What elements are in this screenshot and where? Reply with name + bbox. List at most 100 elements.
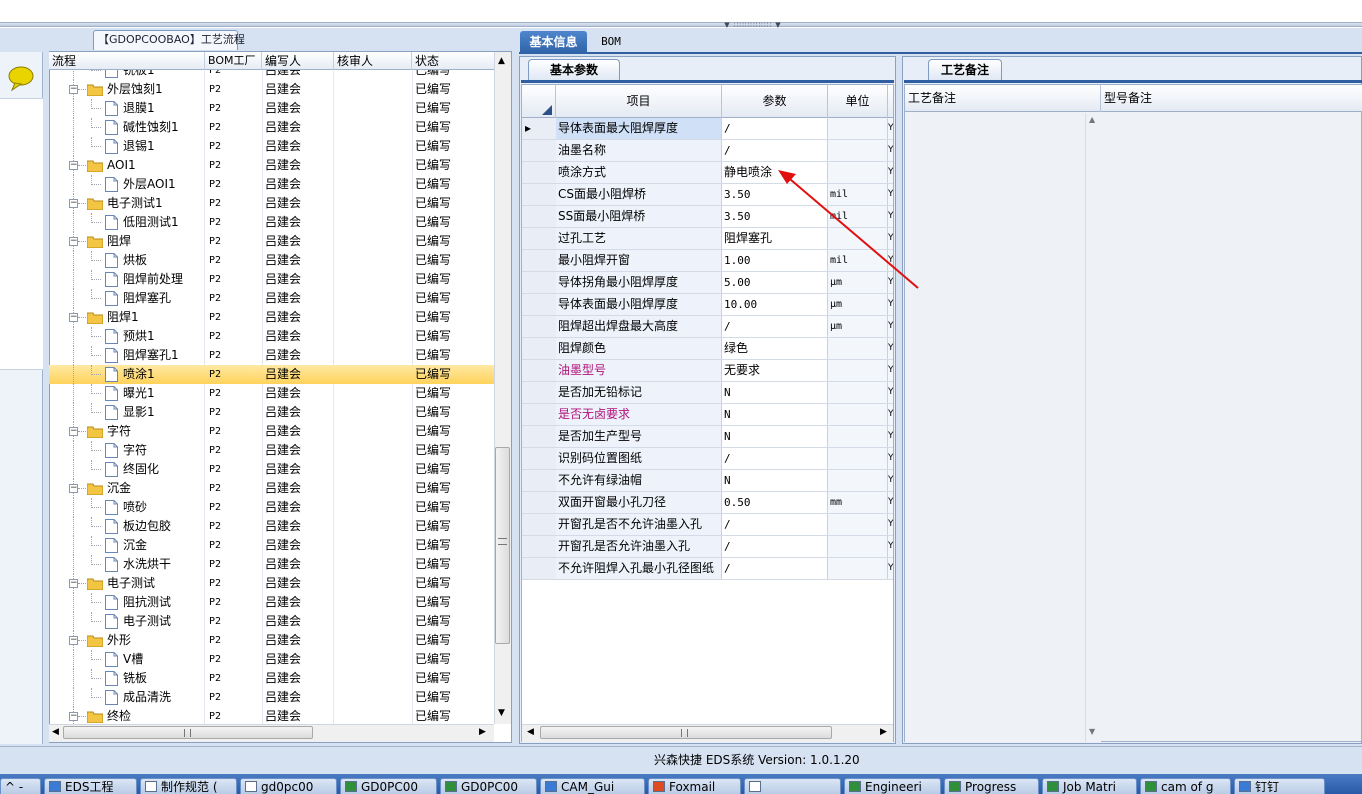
row-header[interactable] xyxy=(522,184,557,205)
process-tree-node[interactable]: 碱性蚀刻1 xyxy=(49,118,205,137)
param-row[interactable]: 开窗孔是否允许油墨入孔 / Y xyxy=(522,536,893,558)
process-tree-row[interactable]: − 外层蚀刻1 P2 吕建会 已编写 xyxy=(49,80,494,99)
process-tree-row[interactable]: 喷涂1 P2 吕建会 已编写 xyxy=(49,365,494,384)
process-tree-node[interactable]: 终固化 xyxy=(49,460,205,479)
process-tree-row[interactable]: − 字符 P2 吕建会 已编写 xyxy=(49,422,494,441)
scroll-up-icon[interactable]: ▲ xyxy=(1089,115,1095,124)
taskbar-button[interactable]: CAM_Gui xyxy=(540,778,645,794)
taskbar-button[interactable]: Engineeri xyxy=(844,778,941,794)
taskbar-button[interactable]: ^ - xyxy=(0,778,41,794)
scroll-up-icon[interactable]: ▲ xyxy=(498,56,505,66)
process-tree-row[interactable]: 退膜1 P2 吕建会 已编写 xyxy=(49,99,494,118)
process-tree-node[interactable]: − 阻焊1 xyxy=(49,308,205,327)
param-row[interactable]: 开窗孔是否不允许油墨入孔 / Y xyxy=(522,514,893,536)
row-header[interactable] xyxy=(522,338,557,359)
param-value-cell[interactable]: / xyxy=(722,448,828,469)
scroll-left-icon[interactable]: ◀ xyxy=(527,727,534,737)
param-row[interactable]: 是否无卤要求 N Y xyxy=(522,404,893,426)
process-grid-vertical-thumb[interactable] xyxy=(495,447,510,644)
process-tree-row[interactable]: 阻焊前处理 P2 吕建会 已编写 xyxy=(49,270,494,289)
process-tree-row[interactable]: 阻焊塞孔 P2 吕建会 已编写 xyxy=(49,289,494,308)
row-header[interactable] xyxy=(522,360,557,381)
process-tree-row[interactable]: 沉金 P2 吕建会 已编写 xyxy=(49,536,494,555)
param-value-cell[interactable]: / xyxy=(722,514,828,535)
process-tree-node[interactable]: 阻焊前处理 xyxy=(49,270,205,289)
process-grid-horizontal-thumb[interactable] xyxy=(63,726,313,739)
param-value-cell[interactable]: N xyxy=(722,470,828,491)
process-tree-row[interactable]: 退锡1 P2 吕建会 已编写 xyxy=(49,137,494,156)
param-row[interactable]: 是否加无铅标记 N Y xyxy=(522,382,893,404)
process-tree-row[interactable]: 碱性蚀刻1 P2 吕建会 已编写 xyxy=(49,118,494,137)
tab-process-remarks[interactable]: 工艺备注 xyxy=(928,59,1002,80)
row-header[interactable] xyxy=(522,470,557,491)
taskbar-button[interactable]: gd0pc00 xyxy=(240,778,337,794)
process-tree-row[interactable]: − 电子测试1 P2 吕建会 已编写 xyxy=(49,194,494,213)
process-tree-row[interactable]: 板边包胶 P2 吕建会 已编写 xyxy=(49,517,494,536)
column-header-param[interactable]: 参数 xyxy=(722,85,828,118)
top-splitter[interactable] xyxy=(0,22,1362,27)
process-tree-node[interactable]: − 外形 xyxy=(49,631,205,650)
process-tree-row[interactable]: 阻抗测试 P2 吕建会 已编写 xyxy=(49,593,494,612)
scroll-down-icon[interactable]: ▼ xyxy=(1089,727,1095,736)
column-header-model-remark[interactable]: 型号备注 xyxy=(1101,85,1362,112)
scroll-right-icon[interactable]: ▶ xyxy=(479,727,486,737)
process-tree-node[interactable]: V槽 xyxy=(49,650,205,669)
taskbar-button[interactable]: GD0PC00 xyxy=(340,778,437,794)
row-header[interactable] xyxy=(522,492,557,513)
process-tree-row[interactable]: 水洗烘干 P2 吕建会 已编写 xyxy=(49,555,494,574)
process-tree-row[interactable]: 电子测试 P2 吕建会 已编写 xyxy=(49,612,494,631)
process-tree-node[interactable]: 水洗烘干 xyxy=(49,555,205,574)
chat-bubble-icon[interactable] xyxy=(6,64,36,92)
process-tree-node[interactable]: 板边包胶 xyxy=(49,517,205,536)
process-tree-node[interactable]: 退膜1 xyxy=(49,99,205,118)
collapse-toggle-icon[interactable]: − xyxy=(69,579,78,588)
param-value-cell[interactable]: N xyxy=(722,426,828,447)
param-value-cell[interactable]: / xyxy=(722,316,828,337)
process-tree-row[interactable]: 铣板 P2 吕建会 已编写 xyxy=(49,669,494,688)
process-tree-node[interactable]: 曝光1 xyxy=(49,384,205,403)
process-tree-row[interactable]: − 外形 P2 吕建会 已编写 xyxy=(49,631,494,650)
process-tree-row[interactable]: − 电子测试 P2 吕建会 已编写 xyxy=(49,574,494,593)
taskbar-button[interactable]: Job Matri xyxy=(1042,778,1137,794)
process-tree-node[interactable]: − 阻焊 xyxy=(49,232,205,251)
collapse-toggle-icon[interactable]: − xyxy=(69,712,78,721)
column-header-status[interactable]: 状态 xyxy=(412,52,494,70)
process-tree-row[interactable]: 预烘1 P2 吕建会 已编写 xyxy=(49,327,494,346)
param-row[interactable]: 油墨型号 无要求 Y xyxy=(522,360,893,382)
param-row[interactable]: 双面开窗最小孔刀径 0.50 mm Y xyxy=(522,492,893,514)
process-tree-row[interactable]: − AOI1 P2 吕建会 已编写 xyxy=(49,156,494,175)
process-tree-node[interactable]: − 电子测试1 xyxy=(49,194,205,213)
collapse-toggle-icon[interactable]: − xyxy=(69,636,78,645)
process-tree-node[interactable]: 成品清洗 xyxy=(49,688,205,707)
param-row[interactable]: 阻焊颜色 绿色 Y xyxy=(522,338,893,360)
taskbar-button[interactable]: Progress xyxy=(944,778,1039,794)
process-tree-node[interactable]: 铣板1 xyxy=(49,70,205,80)
column-header-process-remark[interactable]: 工艺备注 xyxy=(905,85,1101,112)
row-header[interactable]: ▸ xyxy=(522,118,557,139)
process-remark-scrollbar[interactable]: ▲ ▼ xyxy=(1085,113,1101,742)
param-row[interactable]: 不允许有绿油帽 N Y xyxy=(522,470,893,492)
taskbar-button[interactable]: EDS工程 xyxy=(44,778,137,794)
param-row[interactable]: 导体表面最小阻焊厚度 10.00 μm Y xyxy=(522,294,893,316)
process-tree-node[interactable]: 字符 xyxy=(49,441,205,460)
param-value-cell[interactable]: / xyxy=(722,536,828,557)
collapse-toggle-icon[interactable]: − xyxy=(69,484,78,493)
process-tree-row[interactable]: 曝光1 P2 吕建会 已编写 xyxy=(49,384,494,403)
param-value-cell[interactable]: / xyxy=(722,118,828,139)
process-tree-node[interactable]: 喷涂1 xyxy=(49,365,205,384)
process-tree-node[interactable]: − 字符 xyxy=(49,422,205,441)
row-header[interactable] xyxy=(522,404,557,425)
process-tree-node[interactable]: 阻焊塞孔 xyxy=(49,289,205,308)
param-row[interactable]: 阻焊超出焊盘最大高度 / μm Y xyxy=(522,316,893,338)
row-header[interactable] xyxy=(522,272,557,293)
process-tree-node[interactable]: 显影1 xyxy=(49,403,205,422)
tab-basic-info[interactable]: 基本信息 xyxy=(520,31,587,54)
process-tree-row[interactable]: 成品清洗 P2 吕建会 已编写 xyxy=(49,688,494,707)
process-tree-row[interactable]: 低阻测试1 P2 吕建会 已编写 xyxy=(49,213,494,232)
process-tree-row[interactable]: 铣板1 P2 吕建会 已编写 xyxy=(49,70,494,80)
process-tree-row[interactable]: 字符 P2 吕建会 已编写 xyxy=(49,441,494,460)
taskbar-button[interactable]: 钉钉 xyxy=(1234,778,1325,794)
param-value-cell[interactable]: / xyxy=(722,140,828,161)
row-header[interactable] xyxy=(522,294,557,315)
process-tree-node[interactable]: − 外层蚀刻1 xyxy=(49,80,205,99)
